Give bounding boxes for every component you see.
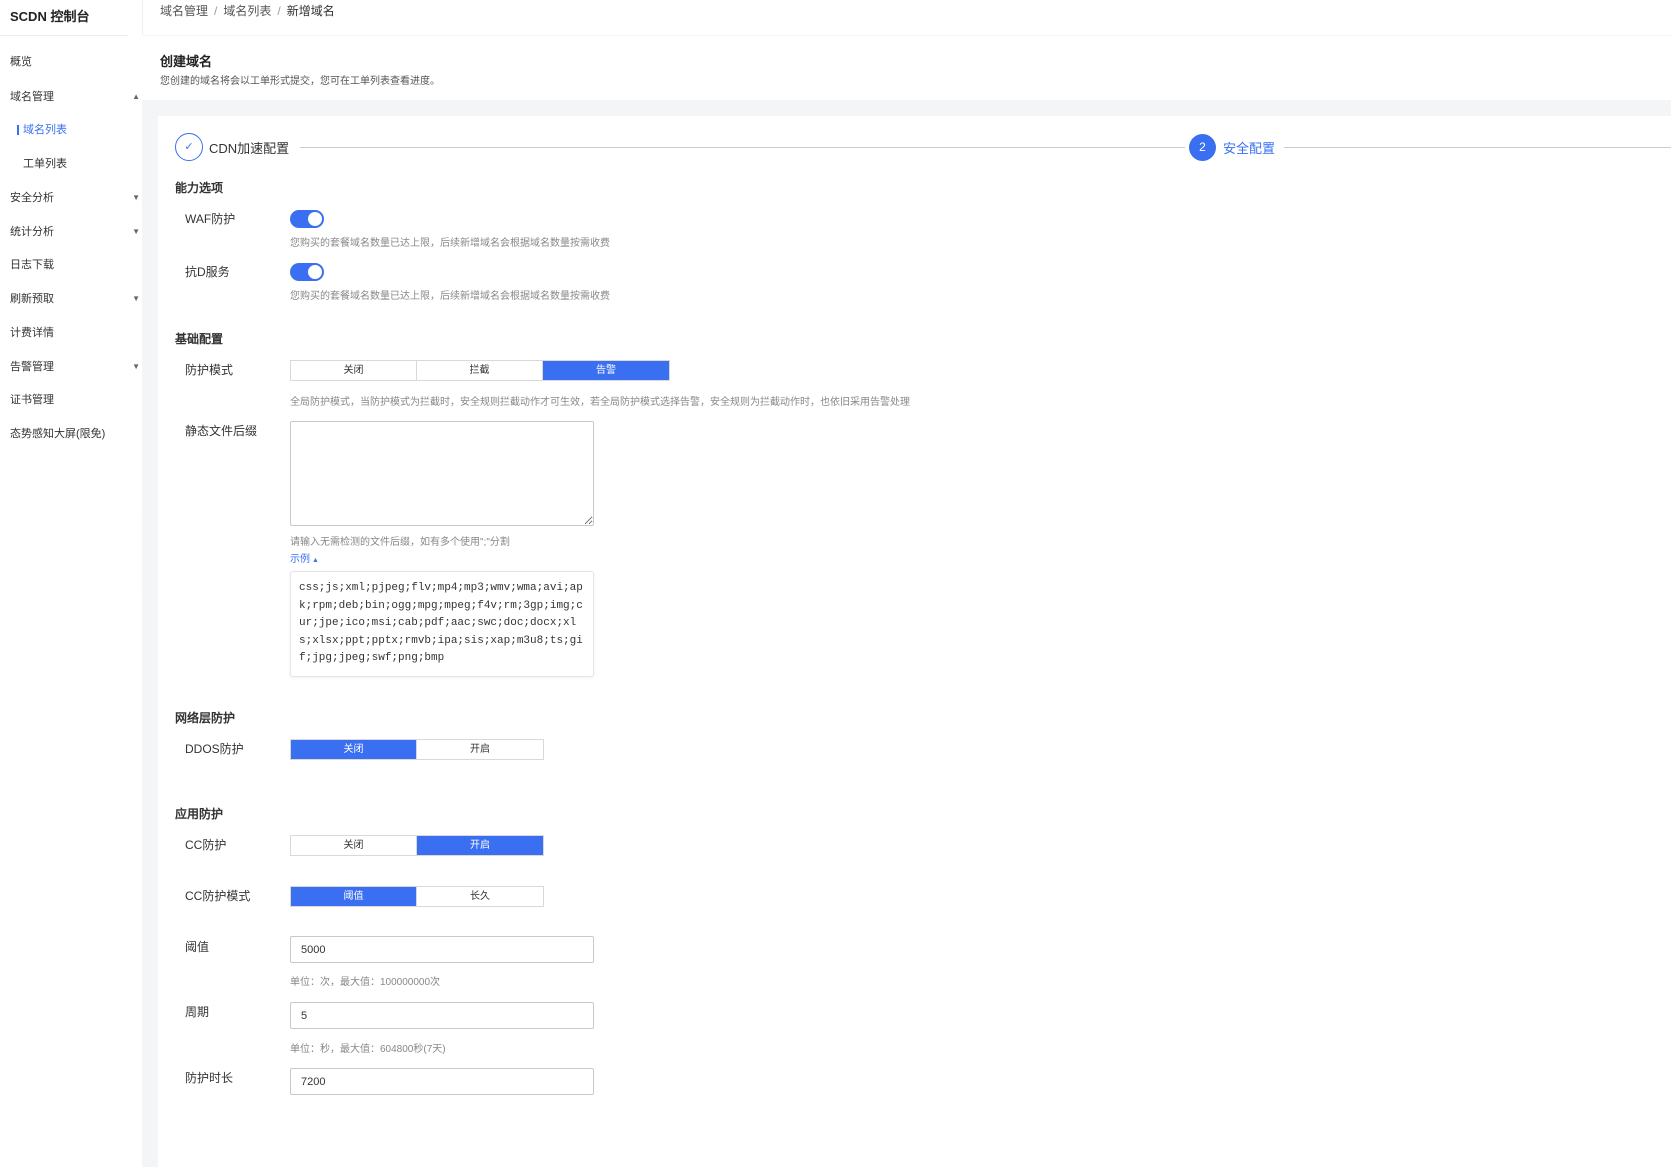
sidebar-item-label: 刷新预取 — [10, 293, 54, 305]
cc-option-on[interactable]: 开启 — [417, 836, 543, 855]
antid-toggle[interactable] — [290, 263, 324, 281]
toggle-knob — [308, 265, 322, 279]
divider — [0, 35, 128, 36]
label-period: 周期 — [185, 1005, 210, 1019]
cc-mode-option-permanent[interactable]: 长久 — [417, 887, 543, 906]
cc-mode-selector: 阈值 长久 — [290, 886, 544, 907]
threshold-input[interactable] — [290, 936, 594, 963]
static-suffix-hint: 请输入无需检测的文件后缀，如有多个使用";"分割 — [290, 537, 510, 548]
label-protection-mode: 防护模式 — [185, 363, 234, 377]
sidebar-item-certificates[interactable]: 证书管理 — [10, 391, 142, 409]
sidebar-item-label: 域名列表 — [23, 124, 67, 136]
caret-up-icon: ▲ — [312, 557, 319, 564]
breadcrumb: 域名管理 / 域名列表 / 新增域名 — [160, 2, 335, 19]
sidebar-item-alerts[interactable]: 告警管理 ▼ — [10, 358, 142, 376]
label-protection-duration: 防护时长 — [185, 1071, 234, 1085]
sidebar-item-log-download[interactable]: 日志下载 — [10, 256, 142, 274]
sidebar-item-label: 告警管理 — [10, 361, 54, 373]
step-connector — [1284, 147, 1671, 148]
waf-toggle[interactable] — [290, 210, 324, 228]
sidebar-item-overview[interactable]: 概览 — [10, 53, 142, 71]
example-link-label: 示例 — [290, 554, 310, 565]
breadcrumb-link[interactable]: 域名管理 — [160, 4, 208, 18]
mode-option-block[interactable]: 拦截 — [417, 361, 543, 380]
section-title-ability: 能力选项 — [175, 181, 224, 195]
caret-down-icon: ▼ — [132, 294, 140, 303]
page-subtitle: 您创建的域名将会以工单形式提交，您可在工单列表查看进度。 — [160, 76, 440, 87]
caret-down-icon: ▼ — [132, 362, 140, 371]
period-input[interactable] — [290, 1002, 594, 1029]
step-number-current: 2 — [1189, 134, 1216, 161]
waf-hint: 您购买的套餐域名数量已达上限，后续新增域名会根据域名数量按需收费 — [290, 238, 610, 249]
brand-title: SCDN 控制台 — [10, 9, 90, 24]
sidebar-item-security-analysis[interactable]: 安全分析 ▼ — [10, 189, 142, 207]
caret-down-icon: ▼ — [132, 227, 140, 236]
cc-selector: 关闭 开启 — [290, 835, 544, 856]
page-header: 创建域名 您创建的域名将会以工单形式提交，您可在工单列表查看进度。 — [142, 36, 1671, 100]
sidebar: SCDN 控制台 概览 域名管理 ▲ 域名列表 工单列表 安全分析 ▼ 统计分析 ▼ … — [0, 0, 143, 1167]
period-hint: 单位：秒，最大值：604800秒(7天) — [290, 1044, 446, 1055]
sidebar-item-label: 域名管理 — [10, 91, 54, 103]
caret-down-icon: ▼ — [132, 193, 140, 202]
form-card: ✓ CDN加速配置 2 安全配置 能力选项 WAF防护 您购买的套餐域名数量已达… — [158, 116, 1671, 1167]
sidebar-item-statistics[interactable]: 统计分析 ▼ — [10, 223, 142, 241]
label-threshold: 阈值 — [185, 940, 210, 954]
antid-hint: 您购买的套餐域名数量已达上限，后续新增域名会根据域名数量按需收费 — [290, 291, 610, 302]
example-suffix-box: css;js;xml;pjpeg;flv;mp4;mp3;wmv;wma;avi… — [290, 571, 594, 677]
label-cc-mode: CC防护模式 — [185, 889, 251, 903]
step-done-check-icon: ✓ — [175, 133, 203, 161]
threshold-hint: 单位：次，最大值：100000000次 — [290, 977, 441, 988]
protection-duration-input[interactable] — [290, 1068, 594, 1095]
sidebar-item-label: 日志下载 — [10, 259, 54, 271]
ddos-option-off[interactable]: 关闭 — [291, 740, 417, 759]
breadcrumb-separator: / — [277, 4, 281, 18]
sidebar-item-label: 概览 — [10, 56, 32, 68]
sidebar-item-domain-list[interactable]: 域名列表 — [17, 121, 155, 139]
sidebar-item-label: 态势感知大屏(限免) — [10, 428, 106, 440]
active-indicator — [17, 125, 19, 135]
label-antid: 抗D服务 — [185, 265, 230, 279]
sidebar-item-label: 统计分析 — [10, 226, 54, 238]
label-waf: WAF防护 — [185, 212, 236, 226]
static-suffix-textarea[interactable] — [290, 421, 594, 526]
ddos-option-on[interactable]: 开启 — [417, 740, 543, 759]
example-toggle-link[interactable]: 示例 ▲ — [290, 550, 319, 565]
breadcrumb-link[interactable]: 域名列表 — [223, 4, 271, 18]
sidebar-item-domain-management[interactable]: 域名管理 ▲ — [10, 88, 142, 106]
sidebar-item-label: 安全分析 — [10, 192, 54, 204]
sidebar-item-label: 证书管理 — [10, 394, 54, 406]
cc-mode-option-threshold[interactable]: 阈值 — [291, 887, 417, 906]
sidebar-item-label: 计费详情 — [10, 327, 54, 339]
breadcrumb-current: 新增域名 — [286, 4, 335, 18]
sidebar-item-billing[interactable]: 计费详情 — [10, 324, 142, 342]
label-cc: CC防护 — [185, 838, 227, 852]
mode-option-alert[interactable]: 告警 — [543, 361, 669, 380]
label-static-suffix: 静态文件后缀 — [185, 424, 258, 438]
breadcrumb-separator: / — [214, 4, 218, 18]
sidebar-item-situational-dashboard[interactable]: 态势感知大屏(限免) — [10, 425, 142, 443]
sidebar-item-refresh-prefetch[interactable]: 刷新预取 ▼ — [10, 290, 142, 308]
section-title-network: 网络层防护 — [175, 711, 236, 725]
section-title-app: 应用防护 — [175, 807, 224, 821]
protection-mode-selector: 关闭 拦截 告警 — [290, 360, 670, 381]
page-title: 创建域名 — [160, 54, 213, 69]
cc-option-off[interactable]: 关闭 — [291, 836, 417, 855]
step-connector — [300, 147, 1185, 148]
label-ddos: DDOS防护 — [185, 742, 244, 756]
caret-up-icon: ▲ — [132, 92, 140, 101]
sidebar-item-ticket-list[interactable]: 工单列表 — [23, 155, 155, 173]
toggle-knob — [308, 212, 322, 226]
step-label-security-config: 安全配置 — [1223, 141, 1276, 156]
ddos-selector: 关闭 开启 — [290, 739, 544, 760]
protection-mode-hint: 全局防护模式，当防护模式为拦截时，安全规则拦截动作才可生效，若全局防护模式选择告… — [290, 397, 910, 408]
mode-option-off[interactable]: 关闭 — [291, 361, 417, 380]
section-title-basic: 基础配置 — [175, 332, 224, 346]
step-label-cdn-config: CDN加速配置 — [209, 141, 290, 156]
sidebar-item-label: 工单列表 — [23, 158, 67, 170]
